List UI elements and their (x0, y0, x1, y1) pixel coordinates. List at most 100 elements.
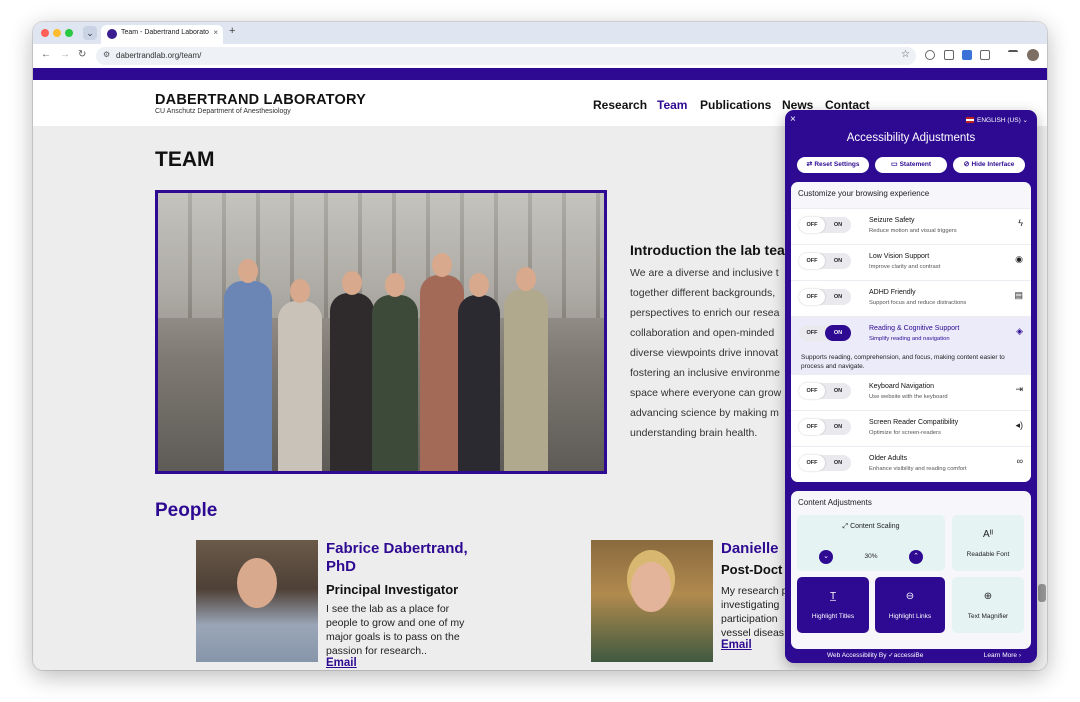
toggle-off[interactable]: OFF (799, 455, 825, 471)
toggle-on[interactable]: ON (825, 419, 851, 435)
profile-toggle[interactable]: OFF ON (799, 383, 851, 399)
profile-toggle[interactable]: OFF ON (799, 455, 851, 471)
bio-line: investigating (721, 599, 780, 611)
toggle-off[interactable]: OFF (799, 253, 825, 269)
toggle-on[interactable]: ON (825, 253, 851, 269)
hide-interface-button[interactable]: ⊘ Hide Interface (953, 157, 1025, 173)
people-heading: People (155, 500, 218, 521)
statement-button[interactable]: ▭ Statement (875, 157, 947, 173)
profile-row-adhd[interactable]: OFF ON ADHD Friendly Support focus and re… (791, 280, 1031, 316)
site-logo-title[interactable]: DABERTRAND LABORATORY (155, 92, 366, 108)
eye-icon: ◉ (1015, 254, 1023, 264)
minimize-window-button[interactable] (53, 29, 61, 37)
person-name[interactable]: Fabrice Dabertrand, PhD (326, 540, 468, 576)
statement-label[interactable]: Statement (900, 161, 931, 168)
nav-research[interactable]: Research (593, 98, 647, 112)
close-window-button[interactable] (41, 29, 49, 37)
speaker-icon: ◂) (1015, 420, 1023, 430)
scrollbar-thumb[interactable] (1038, 584, 1046, 602)
close-panel-button[interactable]: × (790, 114, 796, 125)
language-select[interactable]: ENGLISH (US) ⌄ (966, 116, 1028, 124)
reading-list-icon[interactable] (1008, 50, 1018, 56)
camera-extension-icon[interactable] (944, 50, 954, 60)
highlight-links-tile[interactable]: ⊖ Highlight Links (875, 577, 945, 633)
profile-toggle[interactable]: OFF ON (799, 419, 851, 435)
profile-row-screen-reader[interactable]: OFF ON Screen Reader Compatibility Optimi… (791, 410, 1031, 446)
profile-row-seizure-safety[interactable]: OFF ON Seizure Safety Reduce motion and v… (791, 208, 1031, 244)
zoom-window-button[interactable] (65, 29, 73, 37)
intro-text-line: diverse viewpoints drive innovat (630, 347, 779, 359)
email-link[interactable]: Email (326, 657, 357, 669)
toggle-on[interactable]: ON (825, 289, 851, 305)
puzzle-extensions-icon[interactable] (980, 50, 990, 60)
hide-interface-label[interactable]: Hide Interface (971, 161, 1014, 168)
toggle-off[interactable]: OFF (799, 325, 825, 341)
profile-toggle[interactable]: OFF ON (799, 217, 851, 233)
profile-toggle[interactable]: OFF ON (799, 325, 851, 341)
toggle-off[interactable]: OFF (799, 289, 825, 305)
site-top-bar (33, 68, 1047, 80)
language-label[interactable]: ENGLISH (US) (977, 117, 1021, 124)
bio-line: I see the lab as a place for (326, 603, 450, 615)
profile-row-keyboard-navigation[interactable]: OFF ON Keyboard Navigation Use website wi… (791, 374, 1031, 410)
profile-toggle[interactable]: OFF ON (799, 253, 851, 269)
magnifier-icon: ⊕ (983, 591, 993, 602)
nav-team[interactable]: Team (657, 98, 687, 112)
nav-publications[interactable]: Publications (700, 98, 771, 112)
tab-key-icon: ⇥ (1015, 384, 1023, 394)
blue-extension-icon[interactable] (962, 50, 972, 60)
active-tab[interactable]: Team - Dabertrand Laboratory × (101, 25, 223, 44)
toggle-on[interactable]: ON (825, 455, 851, 471)
bio-line: major goals is to pass on the (326, 631, 460, 643)
profiles-section: Customize your browsing experience OFF ON… (791, 182, 1031, 482)
url-text[interactable]: dabertrandlab.org/team/ (116, 51, 201, 60)
page-title: TEAM (155, 148, 215, 171)
reset-settings-button[interactable]: ⇄ Reset Settings (797, 157, 869, 173)
statement-icon: ▭ (890, 161, 898, 168)
site-info-icon[interactable]: ⚙ (103, 50, 110, 59)
profile-row-older-adults[interactable]: OFF ON Older Adults Enhance visibility an… (791, 446, 1031, 482)
profile-row-reading-cognitive[interactable]: OFF ON Reading & Cognitive Support Simpli… (791, 316, 1031, 374)
panel-title: Accessibility Adjustments (846, 132, 976, 144)
scaling-increase-button[interactable]: ⌃ (909, 550, 923, 564)
text-magnifier-tile[interactable]: ⊕ Text Magnifier (952, 577, 1024, 633)
content-adjustments-heading: Content Adjustments (798, 498, 872, 507)
back-button[interactable]: ← (41, 49, 51, 60)
readable-font-tile[interactable]: Aᴵᴵ Readable Font (952, 515, 1024, 571)
site-favicon-icon (107, 29, 117, 39)
person-name-line[interactable]: PhD (326, 558, 356, 575)
cognitive-icon: ◈ (1016, 326, 1023, 336)
learn-more-link[interactable]: Learn More › (984, 652, 1021, 659)
bio-line: passion for research.. (326, 645, 427, 657)
email-link[interactable]: Email (721, 639, 752, 651)
lightning-icon: ϟ (1018, 218, 1023, 228)
highlight-titles-icon: T̲ (829, 591, 837, 602)
toggle-on[interactable]: ON (825, 217, 851, 233)
bookmark-star-icon[interactable]: ☆ (901, 49, 910, 60)
toggle-off[interactable]: OFF (799, 383, 825, 399)
highlight-titles-tile[interactable]: T̲ Highlight Titles (797, 577, 869, 633)
forward-button[interactable]: → (60, 49, 70, 60)
new-tab-button[interactable]: + (229, 25, 235, 37)
person-name[interactable]: Danielle (721, 540, 779, 558)
profile-toggle[interactable]: OFF ON (799, 289, 851, 305)
toggle-on[interactable]: ON (825, 383, 851, 399)
reset-settings-label[interactable]: Reset Settings (814, 161, 859, 168)
profile-desc: Use website with the keyboard (869, 394, 948, 400)
profile-avatar[interactable] (1027, 49, 1039, 61)
toggle-on[interactable]: ON (825, 325, 851, 341)
accessibe-credit[interactable]: Web Accessibility By ✓accessiBe (827, 651, 923, 659)
extension-icon[interactable] (925, 50, 935, 60)
toggle-off[interactable]: OFF (799, 419, 825, 435)
browser-window: ⌄ Team - Dabertrand Laboratory × + ← → ↻… (33, 22, 1047, 670)
accessibility-panel: × ENGLISH (US) ⌄ Accessibility Adjustmen… (785, 110, 1037, 663)
address-bar[interactable]: ⚙ dabertrandlab.org/team/ ☆ (96, 47, 916, 65)
reload-button[interactable]: ↻ (78, 49, 86, 60)
person-name-line[interactable]: Fabrice Dabertrand, (326, 540, 468, 557)
intro-text-line: perspectives to enrich our resea (630, 307, 780, 319)
profile-name: Seizure Safety (869, 217, 915, 224)
tab-search-button[interactable]: ⌄ (83, 26, 97, 40)
toggle-off[interactable]: OFF (799, 217, 825, 233)
tab-close-button[interactable]: × (213, 28, 218, 37)
profile-row-low-vision[interactable]: OFF ON Low Vision Support Improve clarity… (791, 244, 1031, 280)
